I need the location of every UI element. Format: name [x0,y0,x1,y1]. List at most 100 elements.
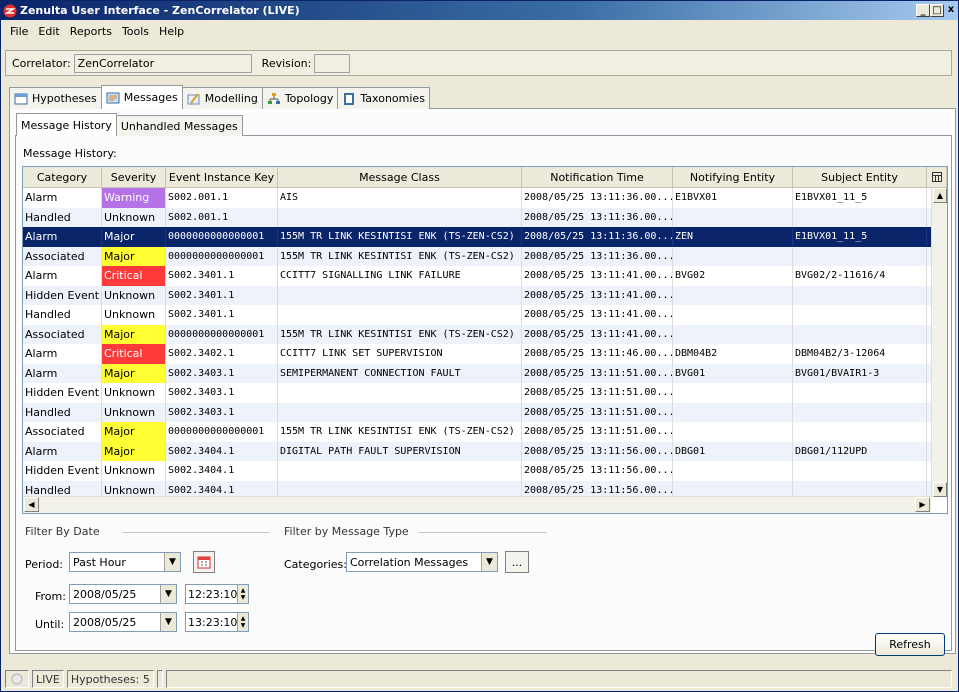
cell-message-class [278,383,522,403]
table-row[interactable]: Handled Unknown S002.001.1 2008/05/25 13:11… [23,207,931,227]
categories-select[interactable]: Correlation Messages ▼ [346,552,498,572]
tab-modelling[interactable]: Modelling [181,87,263,109]
categories-label: Categories: [284,558,347,571]
until-time-value: 13:23:10 [188,615,238,629]
browse-categories-button[interactable]: ... [505,551,529,573]
table-row[interactable]: Associated Major 0000000000000001 155M TR L… [23,246,931,266]
table-row[interactable]: Alarm Critical S002.3402.1 CCITT7 LINK SET … [23,344,931,364]
table-row[interactable]: Alarm Warning S002.001.1 AIS 2008/05/25 13:1… [23,188,931,208]
until-time-spinner[interactable]: 13:23:10 ▲ ▼ [185,612,249,632]
vertical-scrollbar[interactable]: ▲ ▼ [931,188,947,497]
column-header-severity[interactable]: Severity [102,167,166,188]
column-chooser-icon [931,172,942,182]
from-date-select[interactable]: 2008/05/25 ▼ [69,584,177,604]
table-row[interactable]: Hidden Event Unknown S002.3401.1 2008/05/25… [23,285,931,305]
until-label: Until: [35,618,65,631]
tab-message-history[interactable]: Message History [16,113,117,136]
filter-type-divider [419,532,547,533]
column-header-category[interactable]: Category [23,167,102,188]
cell-notification-time: 2008/05/25 13:11:36.00... [522,188,673,208]
chevron-down-icon[interactable]: ▼ [160,613,176,631]
from-time-value: 12:23:10 [188,587,238,601]
cell-category: Alarm [23,363,102,383]
cell-category: Associated [23,422,102,442]
column-header-event-instance-key[interactable]: Event Instance Key [166,167,278,188]
refresh-button[interactable]: Refresh [875,633,945,656]
cell-message-class: SEMIPERMANENT CONNECTION FAULT [278,363,522,383]
message-history-table: Category Severity Event Instance Key Mes… [22,166,948,514]
column-header-message-class[interactable]: Message Class [278,167,522,188]
cell-subject-entity: BVG02/2-11616/4 [793,266,927,286]
tab-topology[interactable]: Topology [261,87,339,109]
cell-notification-time: 2008/05/25 13:11:51.00... [522,422,673,442]
scroll-up-arrow-icon[interactable]: ▲ [933,188,947,203]
cell-message-class [278,461,522,481]
cell-notification-time: 2008/05/25 13:11:36.00... [522,227,673,247]
cell-subject-entity [793,402,927,422]
app-window: Zenulta User Interface - ZenCorrelator (… [0,0,959,692]
cell-message-class [278,285,522,305]
tab-hypotheses[interactable]: Hypotheses [9,87,102,109]
cell-event-instance-key: S002.3403.1 [166,402,278,422]
minimize-button[interactable]: _ [916,4,930,17]
table-row[interactable]: Alarm Major 0000000000000001 155M TR LINK K… [23,227,931,247]
cell-category: Hidden Event [23,461,102,481]
tab-taxonomies[interactable]: Taxonomies [337,87,430,109]
table-row[interactable]: Hidden Event Unknown S002.3403.1 2008/05/25… [23,383,931,403]
close-button[interactable]: x [944,4,958,17]
tab-messages[interactable]: Messages [100,85,183,109]
menu-reports[interactable]: Reports [65,25,117,38]
cell-notification-time: 2008/05/25 13:11:46.00... [522,344,673,364]
from-time-spinner[interactable]: 12:23:10 ▲ ▼ [185,584,249,604]
cell-notifying-entity: BVG02 [673,266,793,286]
cell-message-class: CCITT7 LINK SET SUPERVISION [278,344,522,364]
table-row[interactable]: Hidden Event Unknown S002.3404.1 2008/05/25… [23,461,931,481]
messages-icon [106,92,120,103]
period-select[interactable]: Past Hour ▼ [69,552,181,572]
table-row[interactable]: Alarm Major S002.3403.1 SEMIPERMANENT CONNE… [23,363,931,383]
menu-tools[interactable]: Tools [117,25,154,38]
until-date-select[interactable]: 2008/05/25 ▼ [69,612,177,632]
cell-severity: Major [102,246,166,266]
correlator-bar: Correlator: ZenCorrelator Revision: [5,50,952,76]
status-message-area [165,670,952,688]
table-row[interactable]: Associated Major 0000000000000001 155M TR L… [23,422,931,442]
menu-help[interactable]: Help [154,25,189,38]
chevron-down-icon[interactable]: ▼ [160,585,176,603]
cell-notifying-entity [673,305,793,325]
title-bar: Zenulta User Interface - ZenCorrelator (… [1,1,958,20]
tab-unhandled-messages[interactable]: Unhandled Messages [115,115,243,136]
column-header-notifying-entity[interactable]: Notifying Entity [673,167,793,188]
cell-subject-entity [793,246,927,266]
menu-edit[interactable]: Edit [33,25,64,38]
menu-bar: File Edit Reports Tools Help [1,21,958,41]
spinner-arrows-icon[interactable]: ▲ ▼ [237,585,248,603]
cell-event-instance-key: S002.001.1 [166,188,278,208]
column-header-subject-entity[interactable]: Subject Entity [793,167,927,188]
tab-topology-label: Topology [284,92,334,105]
cell-subject-entity: DBG01/112UPD [793,441,927,461]
scroll-left-arrow-icon[interactable]: ◀ [24,497,39,512]
horizontal-scrollbar[interactable]: ◀ ▶ [23,496,931,513]
menu-file[interactable]: File [5,25,33,38]
table-row[interactable]: Associated Major 0000000000000001 155M TR L… [23,324,931,344]
cell-notifying-entity [673,207,793,227]
cell-severity: Major [102,324,166,344]
table-row[interactable]: Alarm Major S002.3404.1 DIGITAL PATH FAULT … [23,441,931,461]
calendar-button[interactable] [193,551,215,573]
filter-by-date-title: Filter By Date [25,525,100,538]
scroll-right-arrow-icon[interactable]: ▶ [915,497,930,512]
table-row[interactable]: Handled Unknown S002.3401.1 2008/05/25 13:1… [23,305,931,325]
chevron-down-icon[interactable]: ▼ [481,553,497,571]
column-chooser-button[interactable] [927,167,947,188]
cell-event-instance-key: S002.3404.1 [166,461,278,481]
cell-notifying-entity [673,422,793,442]
scroll-down-arrow-icon[interactable]: ▼ [933,482,947,497]
spinner-arrows-icon[interactable]: ▲ ▼ [237,613,248,631]
maximize-button[interactable]: □ [930,4,944,17]
status-hypotheses-count: Hypotheses: 5 [66,670,154,688]
table-row[interactable]: Alarm Critical S002.3401.1 CCITT7 SIGNALLIN… [23,266,931,286]
chevron-down-icon[interactable]: ▼ [164,553,180,571]
column-header-notification-time[interactable]: Notification Time [522,167,673,188]
table-row[interactable]: Handled Unknown S002.3403.1 2008/05/25 13:1… [23,402,931,422]
